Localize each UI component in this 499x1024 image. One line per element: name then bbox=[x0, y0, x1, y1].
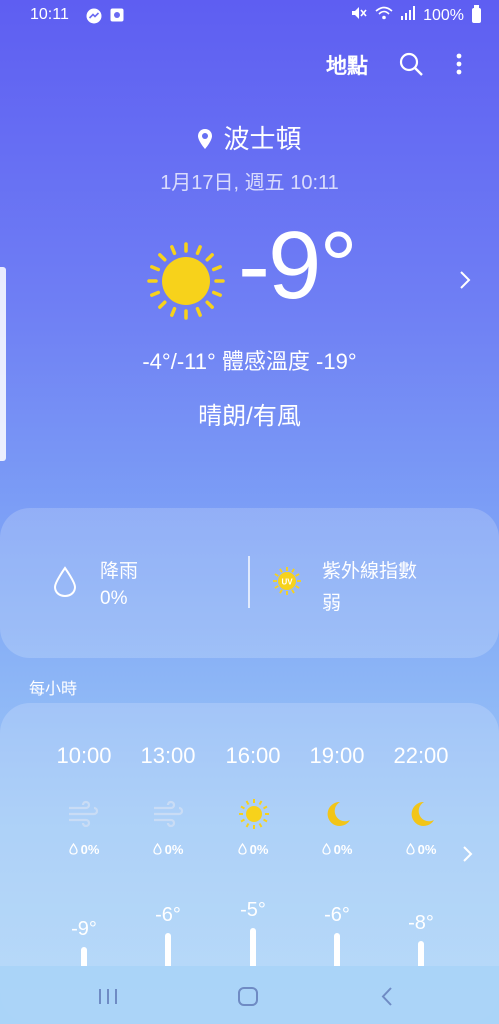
hour-precipitation: 0% bbox=[292, 842, 382, 858]
hour-precipitation-value: 0% bbox=[164, 842, 184, 857]
status-time: 10:11 bbox=[30, 6, 69, 23]
raindrop-icon bbox=[52, 566, 78, 598]
hour-time: 10:00 bbox=[56, 743, 112, 768]
search-icon[interactable] bbox=[398, 51, 424, 77]
raindrop-icon bbox=[237, 842, 247, 858]
edge-panel-handle[interactable] bbox=[0, 267, 6, 461]
hour-precipitation-value: 0% bbox=[417, 842, 437, 857]
uv-index-label: 紫外線指數 bbox=[322, 561, 418, 582]
uv-index-icon: UV bbox=[272, 566, 302, 596]
raindrop-icon bbox=[321, 842, 331, 858]
location-pin-icon bbox=[197, 126, 213, 157]
moon-icon bbox=[320, 798, 356, 830]
status-bar: 10:11 100% bbox=[0, 0, 499, 30]
precipitation-label: 降雨 bbox=[100, 561, 139, 582]
weather-condition: 晴朗/有風 bbox=[198, 403, 301, 430]
back-button-icon[interactable] bbox=[368, 984, 408, 1010]
status-right: 100% bbox=[351, 5, 481, 25]
hour-precipitation: 0% bbox=[123, 842, 213, 858]
raindrop-icon bbox=[68, 842, 78, 858]
raindrop-icon bbox=[152, 842, 162, 858]
hour-precipitation-value: 0% bbox=[80, 842, 100, 857]
hour-precipitation: 0% bbox=[376, 842, 466, 858]
hour-temperature: -8° bbox=[408, 912, 434, 934]
hour-time: 16:00 bbox=[225, 743, 281, 768]
location-button[interactable]: 地點 bbox=[326, 50, 368, 80]
svg-text:UV: UV bbox=[281, 578, 293, 587]
date-time: 1月17日, 週五 10:11 bbox=[160, 172, 339, 194]
high-low-feels-like: -4°/-11° 體感溫度 -19° bbox=[142, 349, 357, 374]
wifi-icon bbox=[375, 6, 393, 25]
messenger-icon bbox=[86, 8, 102, 29]
chevron-right-icon[interactable] bbox=[460, 844, 476, 864]
notification-icon bbox=[110, 8, 124, 27]
recent-apps-icon[interactable] bbox=[88, 984, 128, 1010]
hourly-title: 每小時 bbox=[29, 681, 78, 698]
hour-precipitation-value: 0% bbox=[333, 842, 353, 857]
wind-icon bbox=[151, 798, 187, 830]
moon-icon bbox=[404, 798, 440, 830]
hour-time: 22:00 bbox=[393, 743, 449, 768]
hour-time: 19:00 bbox=[309, 743, 365, 768]
hour-temperature: -6° bbox=[324, 904, 350, 926]
city-name: 波士頓 bbox=[0, 119, 499, 157]
wind-icon bbox=[66, 798, 102, 830]
raindrop-icon bbox=[405, 842, 415, 858]
hour-precipitation: 0% bbox=[208, 842, 298, 858]
home-button-icon[interactable] bbox=[228, 984, 268, 1010]
battery-icon bbox=[472, 5, 481, 23]
hour-temperature: -9° bbox=[71, 918, 97, 940]
divider bbox=[248, 556, 250, 608]
hour-time: 13:00 bbox=[140, 743, 196, 768]
temperature-bar bbox=[250, 928, 256, 966]
chevron-right-icon[interactable] bbox=[456, 268, 474, 292]
temperature-bar bbox=[418, 941, 424, 966]
hour-precipitation-value: 0% bbox=[249, 842, 269, 857]
battery-percent: 100% bbox=[423, 6, 464, 24]
current-temperature: -9° bbox=[238, 212, 358, 319]
city-label: 波士頓 bbox=[223, 124, 302, 154]
mute-icon bbox=[351, 6, 367, 25]
precipitation-value: 0% bbox=[100, 588, 128, 609]
sun-icon bbox=[145, 240, 227, 322]
more-options-icon[interactable] bbox=[448, 52, 470, 78]
temperature-bar bbox=[81, 947, 87, 966]
sun-icon bbox=[236, 798, 272, 830]
uv-index-value: 弱 bbox=[322, 593, 342, 614]
hour-temperature: -5° bbox=[240, 899, 266, 921]
hour-precipitation: 0% bbox=[39, 842, 129, 858]
temperature-bar bbox=[165, 933, 171, 966]
hour-temperature: -6° bbox=[155, 904, 181, 926]
signal-icon bbox=[401, 6, 416, 25]
temperature-bar bbox=[334, 933, 340, 966]
